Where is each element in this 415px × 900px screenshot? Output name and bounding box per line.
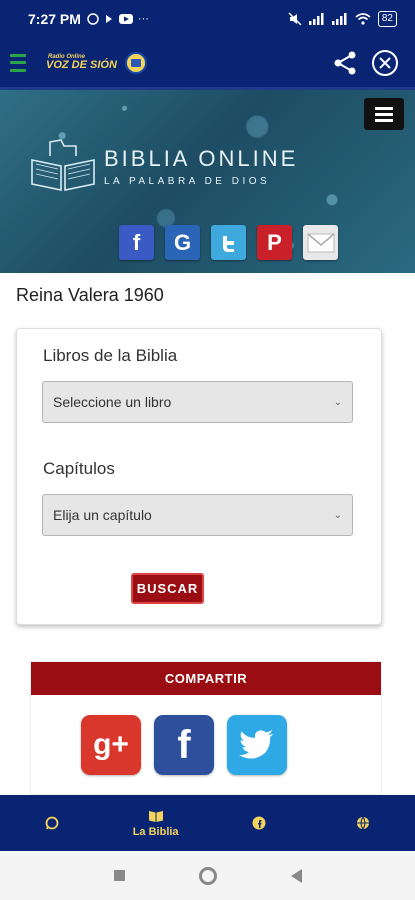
- share-panel-icons: g+ f: [81, 715, 287, 775]
- bible-icon: [148, 810, 163, 822]
- google-icon: G: [173, 229, 192, 255]
- status-bar: 7:27 PM ··· 82: [0, 0, 415, 38]
- banner: BIBLIA ONLINE LA PALABRA DE DIOS f G P: [0, 90, 415, 273]
- recent-apps-icon[interactable]: [113, 870, 125, 881]
- biblia-online-logo: BIBLIA ONLINE LA PALABRA DE DIOS: [28, 138, 298, 194]
- mail-icon: [307, 232, 334, 252]
- bible-version-title: Reina Valera 1960: [16, 285, 164, 305]
- mute-icon: [288, 12, 302, 26]
- status-system-icons: 82: [288, 11, 397, 27]
- hamburger-menu-button[interactable]: [364, 98, 404, 130]
- status-notification-icons: ···: [87, 13, 149, 25]
- twitter-icon: [222, 235, 234, 252]
- wifi-icon: [355, 13, 371, 25]
- brand-big-text: VOZ DE SIÓN: [46, 59, 117, 71]
- close-button[interactable]: [365, 43, 405, 83]
- google-share-button[interactable]: G: [165, 225, 200, 260]
- nav-item-bible[interactable]: La Biblia: [104, 795, 208, 851]
- search-card: Libros de la Biblia Seleccione un libro …: [16, 328, 382, 625]
- globe-icon: [357, 816, 370, 830]
- books-select[interactable]: Seleccione un libro ⌄: [42, 381, 353, 423]
- chapters-select[interactable]: Elija un capítulo ⌄: [42, 494, 353, 536]
- chapters-label: Capítulos: [43, 459, 115, 478]
- twitter-share-button[interactable]: [211, 225, 246, 260]
- facebook-icon: f: [177, 722, 191, 767]
- whatsapp-notification-icon: [87, 13, 99, 25]
- mail-share-button[interactable]: [303, 225, 338, 260]
- app-bar: Radio Online VOZ DE SIÓN: [0, 38, 415, 90]
- books-select-value: Seleccione un libro: [53, 394, 172, 410]
- pinterest-share-button[interactable]: P: [257, 225, 292, 260]
- share-button[interactable]: [325, 43, 365, 83]
- chevron-down-icon: ⌄: [333, 396, 342, 408]
- facebook-icon: [252, 816, 266, 830]
- drawer-menu-icon[interactable]: [10, 53, 26, 72]
- brand-logo-text: Radio Online VOZ DE SIÓN: [46, 54, 117, 71]
- battery-indicator: 82: [377, 11, 397, 27]
- signal-icon-2: [331, 13, 347, 25]
- youtube-notification-icon: [118, 14, 133, 24]
- facebook-icon: f: [132, 229, 141, 255]
- nav-item-whatsapp[interactable]: [0, 795, 104, 851]
- open-book-icon: [31, 139, 95, 191]
- chapters-select-value: Elija un capítulo: [53, 507, 152, 523]
- share-icon: [334, 51, 356, 74]
- page: 7:27 PM ··· 82 Radio Online VOZ DE SIÓN: [0, 0, 415, 900]
- facebook-share-button[interactable]: f: [119, 225, 154, 260]
- banner-share-row: f G P: [119, 225, 338, 260]
- system-navigation-bar: [0, 851, 415, 900]
- back-icon[interactable]: [290, 868, 302, 883]
- share-panel-header: COMPARTIR: [31, 662, 381, 695]
- twitter-share-large-button[interactable]: [227, 715, 287, 775]
- bottom-navigation: La Biblia: [0, 795, 415, 851]
- nav-item-facebook[interactable]: [208, 795, 312, 851]
- whatsapp-icon: [45, 816, 59, 830]
- books-label: Libros de la Biblia: [43, 346, 178, 365]
- twitter-bird-icon: [239, 730, 273, 759]
- arrow-notification-icon: [105, 15, 112, 23]
- brand-emblem-icon: [124, 51, 147, 74]
- pinterest-icon: P: [267, 229, 282, 255]
- nav-item-bible-label: La Biblia: [132, 825, 179, 838]
- facebook-share-large-button[interactable]: f: [154, 715, 214, 775]
- google-plus-icon: g+: [93, 728, 129, 761]
- signal-icon: [308, 13, 324, 25]
- nav-item-globe[interactable]: [311, 795, 415, 851]
- more-notifications-icon: ···: [137, 13, 149, 25]
- close-icon: [372, 49, 398, 76]
- status-time: 7:27 PM: [28, 11, 81, 27]
- search-button[interactable]: BUSCAR: [131, 573, 204, 604]
- banner-title: BIBLIA ONLINE: [104, 145, 299, 171]
- google-plus-share-button[interactable]: g+: [81, 715, 141, 775]
- chevron-down-icon: ⌄: [333, 509, 342, 521]
- home-icon[interactable]: [198, 866, 217, 885]
- share-panel: COMPARTIR g+ f: [30, 661, 382, 795]
- banner-subtitle: LA PALABRA DE DIOS: [104, 175, 271, 187]
